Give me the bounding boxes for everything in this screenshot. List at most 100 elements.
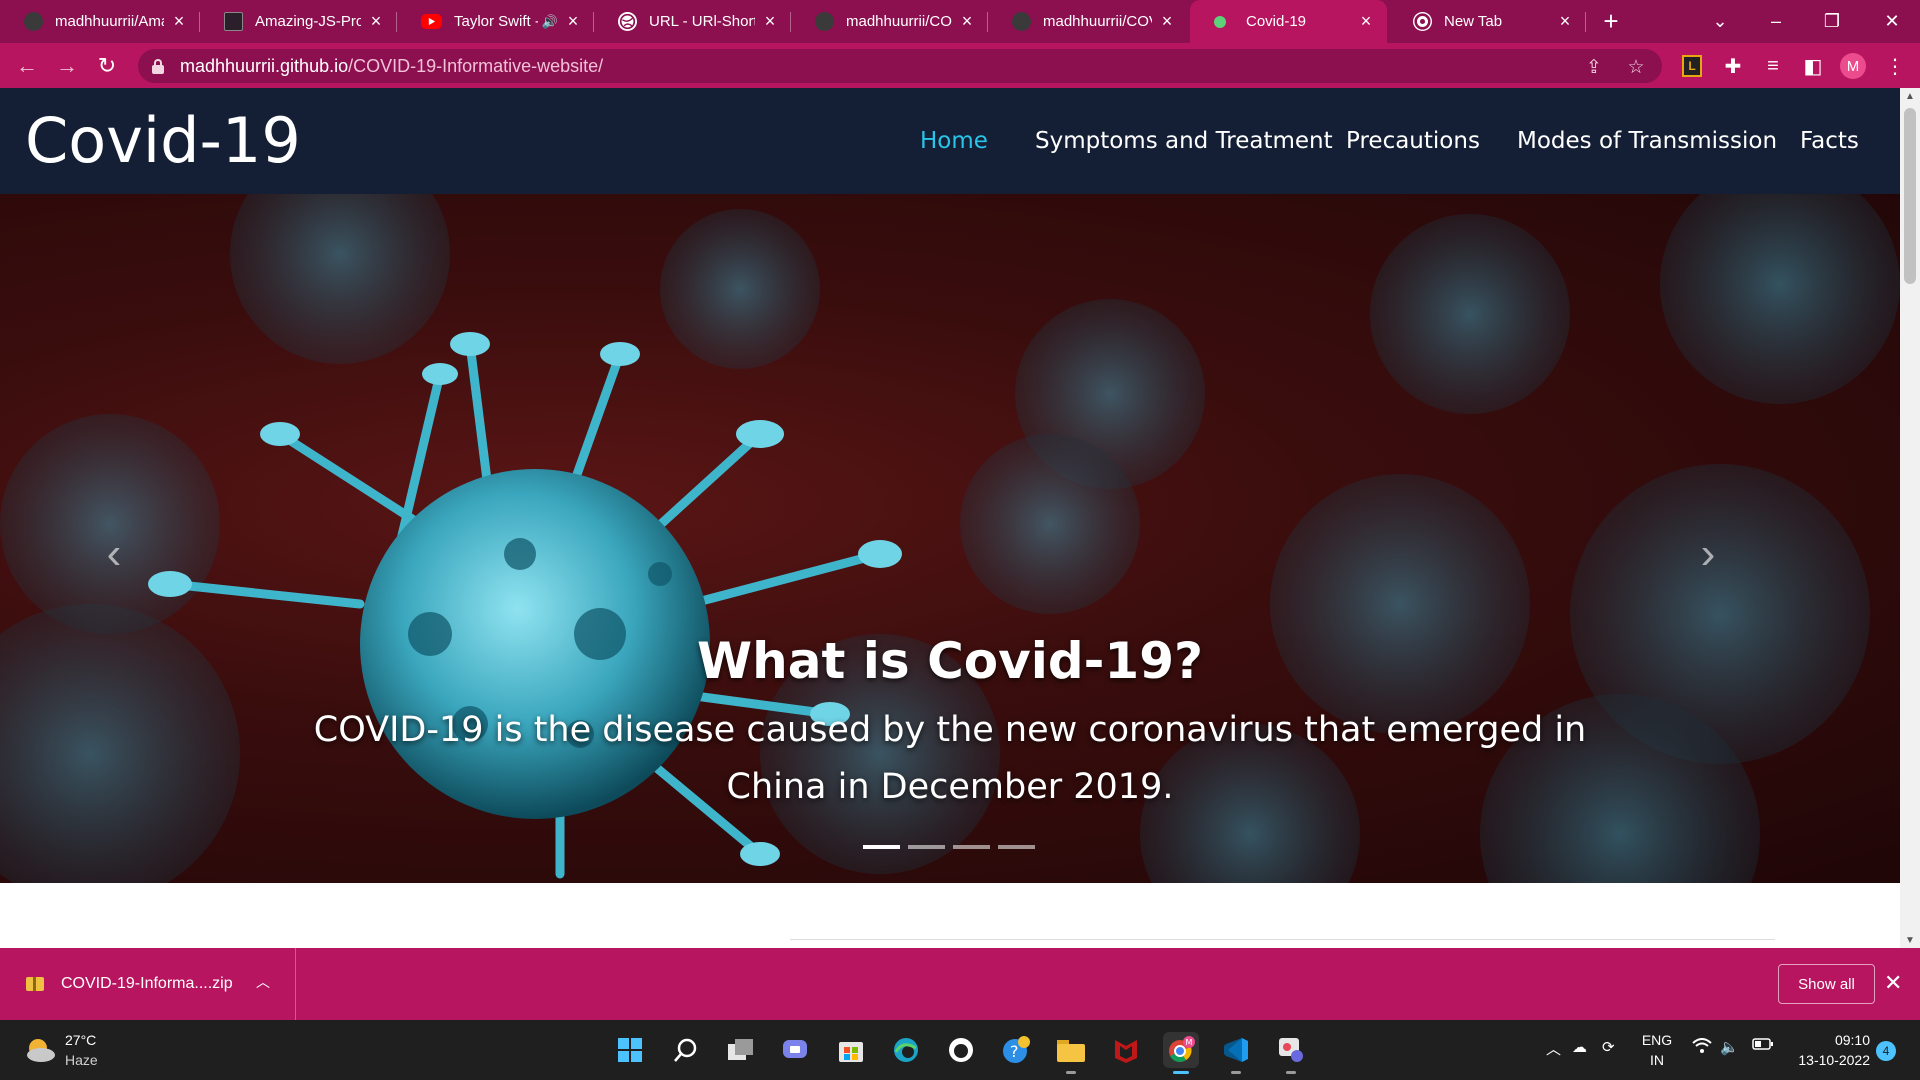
search-icon[interactable]: [668, 1032, 704, 1068]
tab-close-icon[interactable]: ×: [761, 11, 779, 31]
site-navbar: Covid-19 Home Symptoms and Treatment Pre…: [0, 88, 1900, 194]
tab-url-shortener[interactable]: URL - URl-Shortn ×: [594, 0, 791, 43]
carousel-indicator-2[interactable]: [908, 845, 945, 849]
vscode-icon[interactable]: [1218, 1032, 1254, 1074]
carousel-prev-icon[interactable]: ‹: [94, 524, 134, 584]
hero-title: What is Covid-19?: [696, 632, 1203, 690]
volume-icon[interactable]: 🔈: [1720, 1038, 1739, 1056]
carousel-indicators: [863, 845, 1035, 849]
teams-chat-icon[interactable]: [778, 1032, 814, 1068]
github-desktop-icon[interactable]: [943, 1032, 979, 1068]
share-icon[interactable]: ⇪: [1582, 55, 1606, 79]
tab-close-icon[interactable]: ×: [1158, 11, 1176, 31]
weather-haze-icon[interactable]: [24, 1036, 56, 1064]
tab-strip: madhhuurrii/Ama × Amazing-JS-Proje × Tay…: [0, 0, 1920, 43]
side-panel-icon[interactable]: ◧: [1798, 51, 1828, 81]
github-icon: [24, 12, 43, 31]
hero-description: COVID-19 is the disease caused by the ne…: [313, 710, 1587, 807]
tab-close-icon[interactable]: ×: [564, 11, 582, 31]
battery-icon[interactable]: [1752, 1038, 1774, 1050]
task-view-icon[interactable]: [723, 1032, 759, 1068]
tab-close-icon[interactable]: ×: [1357, 11, 1375, 31]
nav-link-transmission[interactable]: Modes of Transmission: [1517, 128, 1777, 154]
sync-icon[interactable]: ⟳: [1602, 1038, 1615, 1056]
tab-close-icon[interactable]: ×: [958, 11, 976, 31]
back-icon[interactable]: ←: [12, 51, 42, 81]
region-code: IN: [1650, 1052, 1664, 1068]
tab-github-2[interactable]: madhhuurrii/COV ×: [791, 0, 988, 43]
tab-title: madhhuurrii/COV: [846, 13, 952, 30]
tab-close-icon[interactable]: ×: [1556, 11, 1574, 31]
start-icon[interactable]: [612, 1032, 648, 1068]
new-tab-button[interactable]: +: [1596, 6, 1626, 36]
nav-link-facts[interactable]: Facts: [1800, 128, 1859, 154]
restore-icon[interactable]: ❐: [1804, 0, 1860, 43]
tab-search-icon[interactable]: ⌄: [1692, 0, 1748, 43]
extension-l-icon[interactable]: L: [1682, 55, 1702, 77]
tab-title: URL - URl-Shortn: [649, 13, 755, 30]
tab-close-icon[interactable]: ×: [170, 11, 188, 31]
profile-avatar[interactable]: M: [1840, 53, 1866, 79]
chrome-profile-badge: M: [1186, 1038, 1193, 1047]
page-scrollbar[interactable]: ▲ ▼: [1900, 88, 1920, 948]
chrome-menu-icon[interactable]: ⋮: [1880, 51, 1910, 81]
chevron-up-icon[interactable]: ︿: [1546, 1038, 1561, 1059]
lock-icon[interactable]: [152, 58, 164, 74]
audio-playing-icon[interactable]: 🔊: [542, 14, 558, 30]
nav-link-symptoms[interactable]: Symptoms and Treatment: [1035, 128, 1333, 154]
system-clock[interactable]: 09:10 13-10-2022: [1790, 1030, 1870, 1070]
edge-browser-icon[interactable]: [888, 1032, 924, 1068]
minimize-icon[interactable]: –: [1748, 0, 1804, 43]
chrome-taskbar-icon[interactable]: M: [1163, 1032, 1199, 1074]
bookmark-star-icon[interactable]: ☆: [1624, 55, 1648, 79]
media-queue-icon[interactable]: ≡: [1758, 51, 1788, 81]
address-bar[interactable]: madhhuurrii.github.io/COVID-19-Informati…: [138, 49, 1662, 83]
weather-condition[interactable]: Haze: [65, 1052, 98, 1068]
tab-title: Taylor Swift -: [454, 13, 538, 30]
carousel-indicator-1[interactable]: [863, 845, 900, 849]
tab-github-3[interactable]: madhhuurrii/COV ×: [988, 0, 1188, 43]
download-item[interactable]: COVID-19-Informa....zip ︿: [0, 948, 296, 1020]
windows-taskbar: 27°C Haze ? M ︿ ☁ ⟳ ENG IN 🔈 09:10 13-10…: [0, 1020, 1920, 1080]
url-path: /COVID-19-Informative-website/: [348, 55, 604, 76]
tab-amazing-js[interactable]: Amazing-JS-Proje ×: [200, 0, 397, 43]
tab-youtube[interactable]: Taylor Swift - 🔊 ×: [397, 0, 594, 43]
carousel-indicator-4[interactable]: [998, 845, 1035, 849]
scroll-down-icon[interactable]: ▼: [1900, 932, 1920, 948]
extensions-puzzle-icon[interactable]: ✚: [1718, 51, 1748, 81]
carousel-indicator-3[interactable]: [953, 845, 990, 849]
onedrive-cloud-icon[interactable]: ☁: [1572, 1038, 1587, 1056]
scroll-up-icon[interactable]: ▲: [1900, 88, 1920, 104]
tab-new-tab[interactable]: New Tab ×: [1389, 0, 1586, 43]
scroll-thumb[interactable]: [1904, 108, 1916, 284]
clock-date: 13-10-2022: [1798, 1052, 1870, 1068]
wifi-icon[interactable]: [1692, 1038, 1712, 1054]
tab-github-1[interactable]: madhhuurrii/Ama ×: [0, 0, 200, 43]
project-icon: [224, 12, 243, 31]
reload-icon[interactable]: ↻: [92, 51, 122, 81]
tab-covid-19[interactable]: Covid-19 ×: [1190, 0, 1387, 43]
file-explorer-icon[interactable]: [1053, 1032, 1089, 1074]
show-all-button[interactable]: Show all: [1778, 964, 1875, 1004]
github-icon: [1012, 12, 1031, 31]
close-shelf-icon[interactable]: ✕: [1884, 970, 1902, 996]
forward-icon[interactable]: →: [52, 51, 82, 81]
green-dot-icon: [1214, 15, 1226, 28]
tab-close-icon[interactable]: ×: [367, 11, 385, 31]
github-icon: [815, 12, 834, 31]
site-brand[interactable]: Covid-19: [25, 104, 301, 177]
carousel-next-icon[interactable]: ›: [1688, 524, 1728, 584]
weather-temperature[interactable]: 27°C: [65, 1032, 96, 1048]
help-app-icon[interactable]: ?: [998, 1032, 1034, 1068]
chevron-up-icon[interactable]: ︿: [256, 972, 270, 992]
snipping-tool-icon[interactable]: [1273, 1032, 1309, 1074]
input-language[interactable]: ENG IN: [1640, 1030, 1674, 1070]
microsoft-store-icon[interactable]: [833, 1032, 869, 1068]
window-close-icon[interactable]: ✕: [1864, 0, 1920, 43]
nav-link-home[interactable]: Home: [920, 128, 988, 154]
tab-title: New Tab: [1444, 13, 1503, 30]
mcafee-icon[interactable]: [1108, 1032, 1144, 1068]
notification-badge[interactable]: 4: [1876, 1041, 1896, 1061]
hero-carousel: ‹ › What is Covid-19? COVID-19 is the di…: [0, 194, 1900, 883]
nav-link-precautions[interactable]: Precautions: [1346, 128, 1480, 154]
